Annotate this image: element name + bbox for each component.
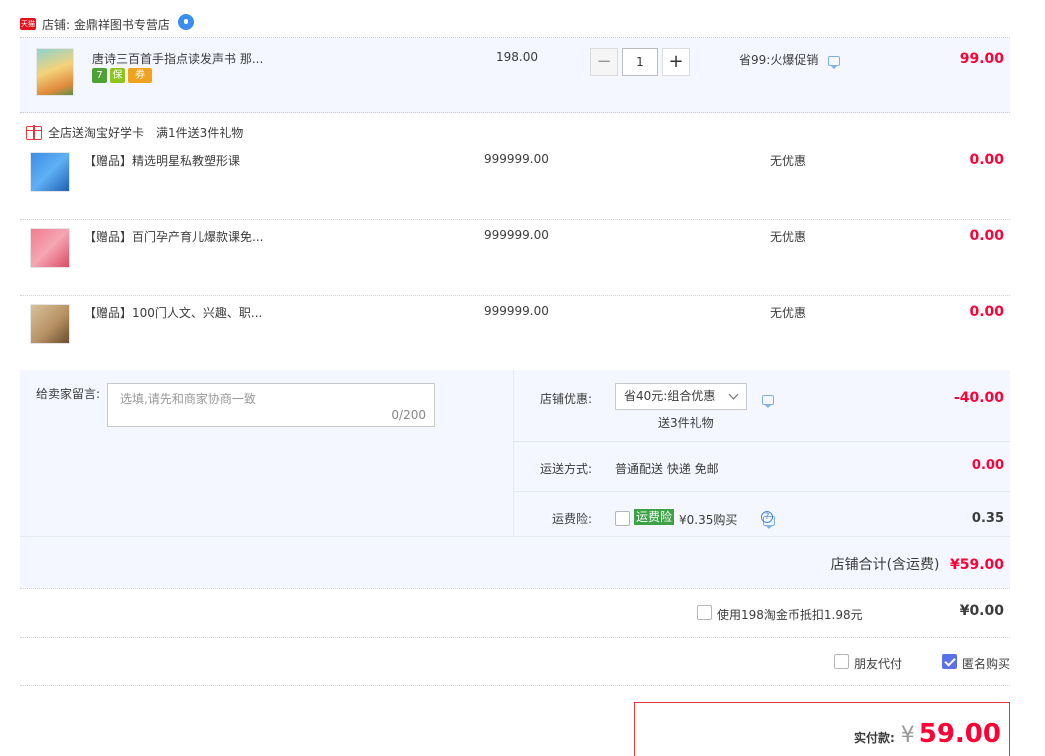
coins-value: ¥0.00 [959, 603, 1004, 619]
quantity-stepper: − 1 + [590, 48, 690, 76]
message-char-count: 0/200 [391, 408, 426, 422]
insurance-tag: 运费险 [634, 509, 675, 525]
gift-item-row: 【赠品】百门孕产育儿爆款课免... 999999.00 无优惠 0.00 [20, 220, 1010, 296]
section-divider [20, 637, 1010, 638]
guarantee-icon[interactable]: 保 [110, 68, 125, 83]
coupon-selected-value: 省40元:组合优惠 [624, 389, 716, 403]
item-subtotal: 99.00 [959, 51, 1004, 67]
chevron-down-icon [728, 389, 739, 400]
gift-price: 999999.00 [484, 304, 549, 318]
insurance-label: 运费险: [552, 512, 593, 526]
coupon-label: 店铺优惠: [540, 392, 593, 406]
anonymous-checkbox[interactable] [942, 654, 957, 669]
cart-item-row: 唐诗三百首手指点读发声书 那... 7 保 券 198.00 − 1 + 省99… [20, 38, 1010, 113]
insurance-checkbox[interactable] [615, 511, 630, 526]
shop-name-link[interactable]: 店铺: 金鼎祥图书专营店 [42, 16, 170, 33]
shipping-label: 运送方式: [540, 462, 593, 476]
message-label: 给卖家留言: [36, 387, 101, 401]
coins-label: 使用198淘金币抵扣1.98元 [717, 608, 863, 622]
gift-promotion-name: 全店送淘宝好学卡 [48, 126, 145, 140]
gift-subtotal: 0.00 [969, 152, 1004, 168]
section-divider [20, 685, 1010, 686]
gift-item-row: 【赠品】精选明星私教塑形课 999999.00 无优惠 0.00 [20, 144, 1010, 220]
gift-discount: 无优惠 [770, 230, 807, 244]
payment-amount-group: 实付款: ¥ 59.00 [854, 719, 1001, 749]
coupon-select[interactable]: 省40元:组合优惠 [615, 383, 747, 410]
gift-price: 999999.00 [484, 228, 549, 242]
gift-price: 999999.00 [484, 152, 549, 166]
quantity-decrease-button[interactable]: − [590, 48, 618, 76]
shipping-cost: 0.00 [971, 458, 1004, 473]
gift-item-row: 【赠品】100门人文、兴趣、职... 999999.00 无优惠 0.00 [20, 296, 1010, 372]
help-icon[interactable]: ? [761, 511, 773, 523]
gift-thumbnail[interactable] [30, 228, 70, 268]
gift-subtotal: 0.00 [969, 228, 1004, 244]
gift-discount: 无优惠 [770, 306, 807, 320]
anonymous-label: 匿名购买 [962, 657, 1011, 671]
gift-subtotal: 0.00 [969, 304, 1004, 320]
coupon-comment-icon[interactable] [762, 394, 774, 408]
insurance-price: ¥0.35购买 [679, 513, 738, 527]
gift-thumbnail[interactable] [30, 304, 70, 344]
shipping-method: 普通配送 快递 免邮 [615, 462, 719, 476]
promotion-info: 省99:火爆促销 [739, 51, 841, 69]
product-thumbnail[interactable] [36, 48, 74, 96]
tmall-badge-icon: 天猫 [20, 18, 36, 30]
seller-message-input[interactable]: 选填,请先和商家协商一致 0/200 [107, 383, 435, 427]
payment-amount: 59.00 [918, 719, 1001, 749]
quantity-input[interactable]: 1 [622, 48, 658, 76]
gift-icon [26, 124, 42, 140]
coupon-discount-value: -40.00 [953, 390, 1004, 406]
payment-currency: ¥ [900, 723, 915, 748]
insurance-cost: 0.35 [971, 511, 1004, 526]
section-divider [20, 588, 1010, 589]
message-placeholder: 选填,请先和商家协商一致 [120, 392, 256, 406]
panel-divider [514, 491, 1010, 492]
gift-promotion-rule: 满1件送3件礼物 [156, 126, 244, 140]
service-tags: 7 保 券 [92, 68, 152, 83]
gift-title-link[interactable]: 【赠品】百门孕产育儿爆款课免... [84, 228, 263, 245]
gift-thumbnail[interactable] [30, 152, 70, 192]
payment-label: 实付款: [853, 731, 895, 745]
friend-pay-label: 朋友代付 [854, 657, 903, 671]
product-title-link[interactable]: 唐诗三百首手指点读发声书 那... [92, 50, 292, 67]
shop-header: 天猫 店铺: 金鼎祥图书专营店 [20, 12, 194, 36]
gift-promotion: 全店送淘宝好学卡 满1件送3件礼物 [26, 124, 243, 141]
coins-checkbox[interactable] [697, 605, 712, 620]
panel-divider [514, 441, 1010, 442]
shop-total: 店铺合计(含运费) ¥59.00 [700, 554, 1004, 574]
promotion-text: 省99:火爆促销 [739, 53, 819, 67]
payment-summary: 实付款: ¥ 59.00 [634, 702, 1010, 756]
gift-title-link[interactable]: 【赠品】100门人文、兴趣、职... [84, 304, 262, 321]
coupon-note: 送3件礼物 [658, 416, 714, 430]
panel-divider [20, 536, 1010, 537]
shop-total-label: 店铺合计(含运费) [830, 557, 940, 573]
quantity-increase-button[interactable]: + [662, 48, 690, 76]
unit-price: 198.00 [496, 50, 538, 64]
shop-total-value: ¥59.00 [949, 557, 1004, 573]
wangwang-chat-icon[interactable] [177, 14, 194, 30]
seven-day-return-icon[interactable]: 7 [92, 68, 107, 83]
friend-pay-checkbox[interactable] [834, 654, 849, 669]
coupon-icon[interactable]: 券 [128, 68, 152, 83]
promo-comment-icon[interactable] [828, 55, 841, 69]
gift-title-link[interactable]: 【赠品】精选明星私教塑形课 [84, 152, 240, 169]
gift-discount: 无优惠 [770, 154, 807, 168]
panel-divider [513, 370, 514, 536]
